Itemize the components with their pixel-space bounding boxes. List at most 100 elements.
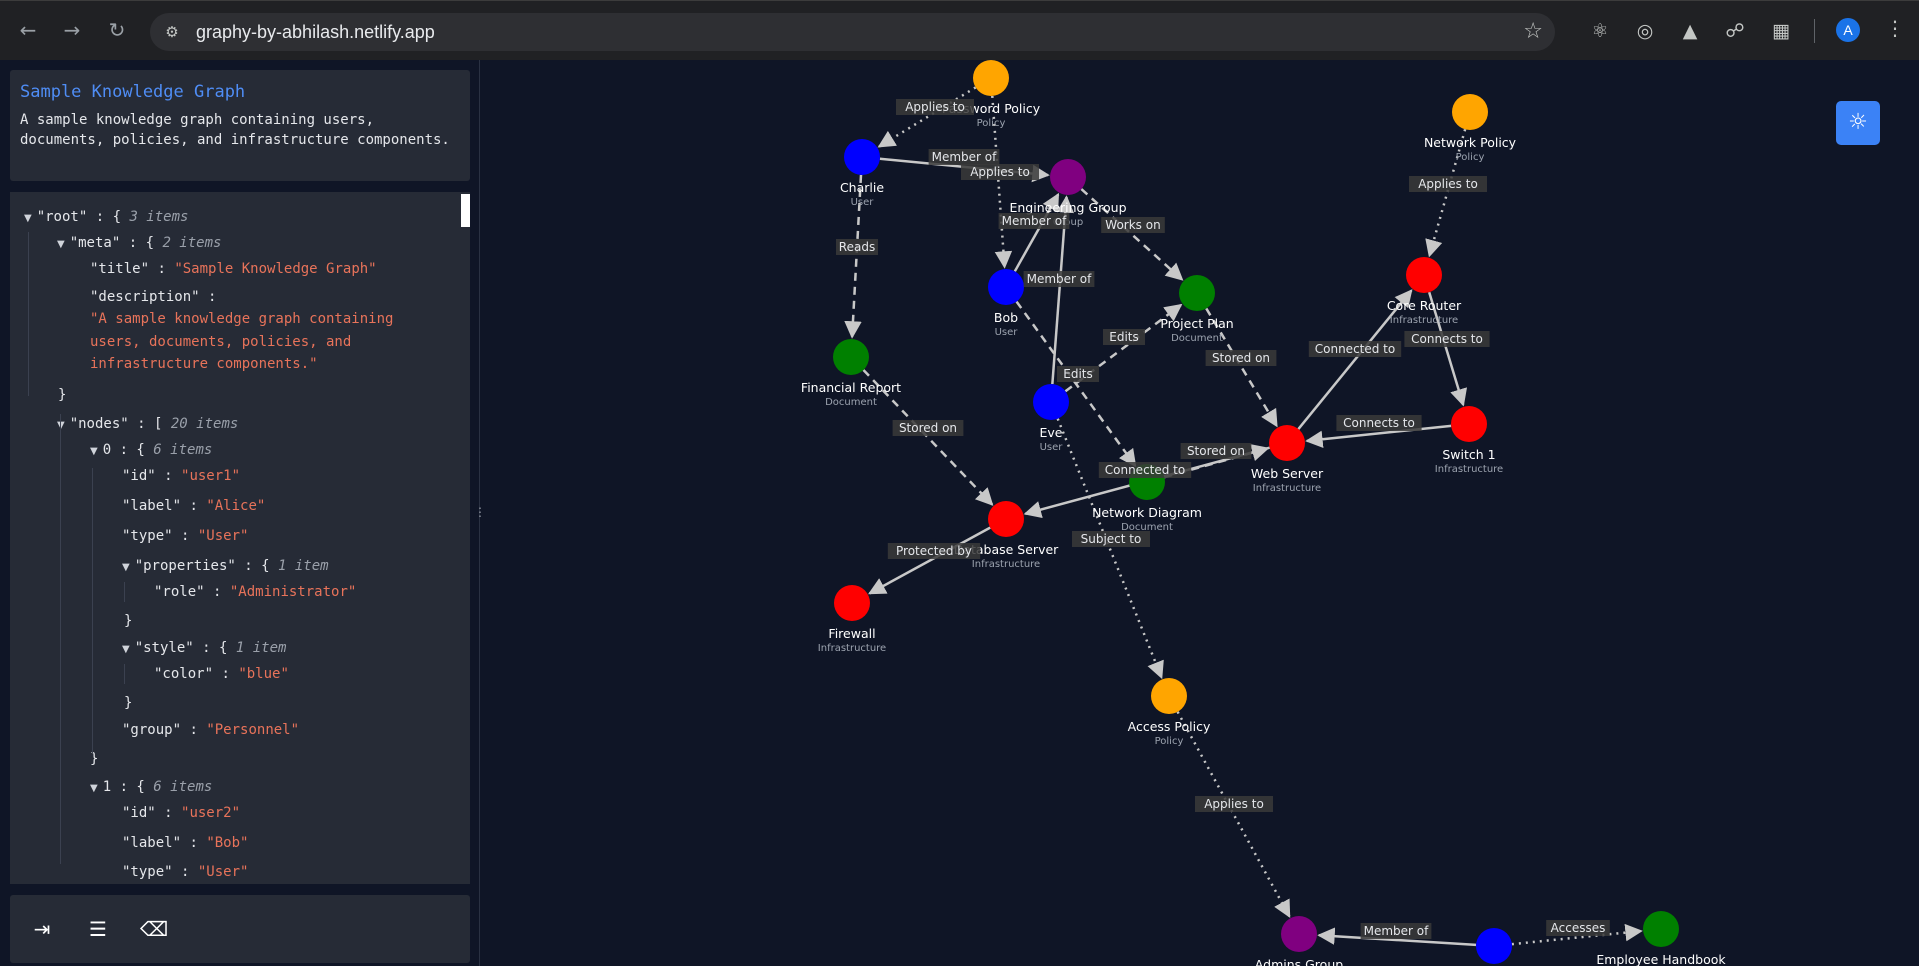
collapse-triangle-icon[interactable]: ▼ [122,562,130,573]
json-line[interactable]: ▼ "meta" : { 2 items [57,235,221,251]
json-brace: } [124,695,133,711]
json-brace: } [90,751,99,767]
graph-node[interactable]: Project Plan Document [1160,275,1234,344]
url-text[interactable]: graphy-by-abhilash.netlify.app [196,22,435,43]
graph-node[interactable]: Core Router Infrastructure [1387,257,1462,326]
collapse-triangle-icon[interactable]: ▼ [90,446,98,457]
json-key: "role" [154,584,205,600]
node-circle[interactable] [1269,425,1305,461]
graph-node[interactable]: Database ServerInfrastructure [954,501,1059,570]
star-icon[interactable]: ☆ [1523,19,1543,44]
json-line[interactable]: ▼ 1 : { 6 items [90,779,212,795]
graph-node[interactable]: Eve User [1033,384,1069,453]
node-circle[interactable] [1476,928,1512,964]
knowledge-graph[interactable]: Password PolicyPolicy Charlie User Engineer… [481,60,1919,966]
json-value: "A sample knowledge graph containing [90,311,394,327]
extensions-puzzle-icon[interactable]: ▦ [1768,18,1794,44]
node-circle[interactable] [1151,678,1187,714]
node-circle[interactable] [844,139,880,175]
json-line[interactable]: ▼ 0 : { 6 items [90,442,212,458]
json-key: "label" [122,498,182,514]
react-devtools-icon[interactable]: ⚛ [1587,18,1613,44]
node-circle[interactable] [834,585,870,621]
collapse-triangle-icon[interactable]: ▼ [122,644,130,655]
graph-edge[interactable] [1176,711,1291,918]
clear-button[interactable]: ⌫ [132,907,176,951]
json-line: "A sample knowledge graph containing [90,311,393,327]
graph-node[interactable]: Access Policy Policy [1128,678,1211,747]
graph-node[interactable]: Password PolicyPolicy [942,60,1041,129]
node-circle[interactable] [1451,406,1487,442]
site-settings-icon[interactable]: ⚙ [162,22,182,42]
collapse-triangle-icon[interactable]: ▼ [24,213,32,224]
json-punct: : { [87,209,130,225]
edge-label: Member of [1002,214,1068,228]
graph-edge[interactable] [877,86,977,148]
node-circle[interactable] [1050,159,1086,195]
json-line: } [124,695,132,711]
edge-label: Connected to [1105,463,1185,477]
edge-label: Subject to [1081,532,1142,546]
node-circle[interactable] [988,501,1024,537]
angular-extension-icon[interactable]: ▲ [1677,18,1703,44]
collapse-triangle-icon[interactable]: ▼ [90,783,98,794]
json-key: "label" [122,835,182,851]
collapse-triangle-icon[interactable]: ▼ [57,239,65,250]
edge-label: Reads [839,240,875,254]
json-count: 1 item [278,558,329,574]
json-line[interactable]: ▼ "style" : { 1 item [122,640,286,656]
json-line[interactable]: ▼ "properties" : { 1 item [122,558,329,574]
graph-node[interactable]: Charlie User [840,139,884,208]
more-menu-icon[interactable]: ⋮ [1885,16,1905,40]
theme-toggle-button[interactable]: ☼ [1836,101,1880,145]
file-import-icon: ⇥ [33,917,51,941]
json-line: } [90,751,98,767]
reload-icon[interactable]: ↻ [103,16,131,44]
node-circle[interactable] [973,60,1009,96]
json-line: "id" : "user1" [122,468,240,484]
node-circle[interactable] [1033,384,1069,420]
json-key: "id" [122,805,156,821]
graph-edge[interactable] [1015,300,1137,468]
graph-node[interactable]: Employee HandbookDocument [1596,911,1726,966]
graph-extension-icon[interactable]: ☍ [1722,18,1748,44]
import-button[interactable]: ⇥ [20,907,64,951]
node-circle[interactable] [833,339,869,375]
json-colon: : [149,261,175,277]
graph-node[interactable]: Admins GroupGroup [1255,916,1343,966]
back-arrow-icon[interactable]: ← [14,16,42,44]
node-label: Engineering Group [1009,200,1126,215]
action-bar: ⇥ ☰ ⌫ [10,895,470,963]
edge-label: Stored on [1212,351,1270,365]
graph-node[interactable]: Financial Report Document [801,339,901,408]
graph-node[interactable]: Firewall Infrastructure [818,585,886,654]
json-punct: : { [120,235,163,251]
node-circle[interactable] [1406,257,1442,293]
graph-canvas[interactable]: Password Policy Policy Charlie User Engineer… [481,60,1919,966]
node-circle[interactable] [1179,275,1215,311]
json-line[interactable]: ▼ "root" : { 3 items [24,209,188,225]
edge-label: Connects to [1343,416,1415,430]
graph-node[interactable]: Web Server Infrastructure [1251,425,1324,494]
node-circle[interactable] [1281,916,1317,952]
database-button[interactable]: ☰ [76,907,120,951]
graph-node[interactable] [1476,928,1512,964]
edge-label: Edits [1063,367,1093,381]
forward-arrow-icon[interactable]: → [58,16,86,44]
json-tree-viewer[interactable]: ▼ "root" : { 3 items ▼ "meta" : { 2 items "t… [10,192,470,884]
json-key: "description" [90,289,200,305]
target-extension-icon[interactable]: ◎ [1632,18,1658,44]
avatar[interactable]: A [1836,18,1860,42]
graph-node[interactable]: Network Policy Policy [1424,94,1517,163]
node-circle[interactable] [988,269,1024,305]
graph-edge[interactable] [1056,418,1164,680]
graph-node[interactable]: Switch 1 Infrastructure [1435,406,1503,475]
browser-toolbar: ← → ↻ ⚙ graphy-by-abhilash.netlify.app ☆… [0,0,1919,60]
node-circle[interactable] [1452,94,1488,130]
json-line: "label" : "Alice" [122,498,265,514]
json-line[interactable]: ▼"nodes" : [ 20 items [57,416,238,432]
address-bar[interactable]: ⚙ graphy-by-abhilash.netlify.app ☆ [150,13,1555,51]
indent-guide [124,664,125,684]
node-circle[interactable] [1643,911,1679,947]
scrollbar-thumb[interactable] [461,194,470,227]
